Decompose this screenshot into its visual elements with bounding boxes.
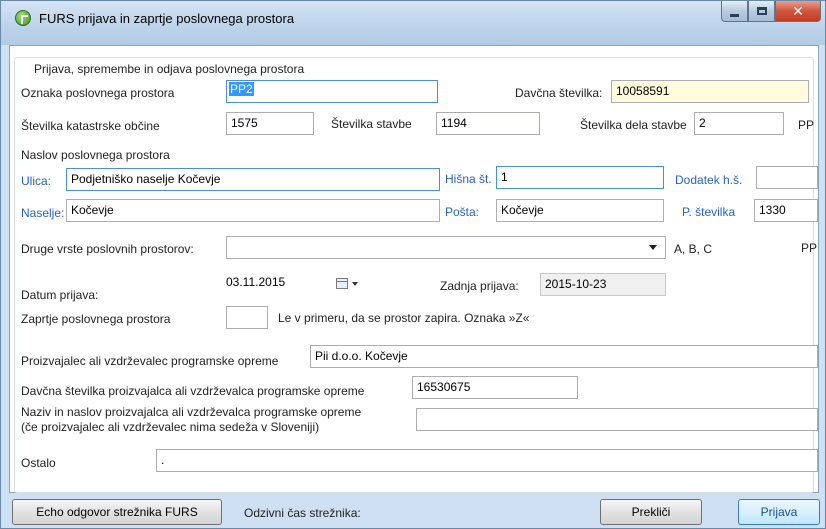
window-title: FURS prijava in zaprtje poslovnega prost… [39, 11, 295, 26]
ostalo-label: Ostalo [21, 456, 56, 470]
oznaka-input[interactable]: PP2 [226, 80, 438, 103]
ulica-input[interactable]: Podjetniško naselje Kočevje [66, 168, 440, 191]
pstevilka-label: P. številka [682, 205, 736, 219]
dropdown-arrow-icon [649, 245, 657, 250]
group-title: Prijava, spremembe in odjava poslovnega … [31, 62, 308, 76]
naziv-label-1: Naziv in naslov proizvajalca ali vzdržev… [21, 405, 362, 419]
bottom-bar: Echo odgovor strežnika FURS Odzivni čas … [1, 495, 825, 528]
pp-label: PP [798, 118, 815, 132]
datum-label: Datum prijava: [21, 288, 99, 302]
davcna-label: Davčna številka: [515, 86, 603, 100]
naselje-label: Naselje: [21, 206, 65, 220]
zadnja-label: Zadnja prijava: [440, 279, 519, 293]
druge-label: Druge vrste poslovnih prostorov: [21, 242, 194, 256]
zadnja-input: 2015-10-23 [540, 273, 666, 296]
abc-label: A, B, C [674, 242, 713, 256]
hisna-label: Hišna št. [445, 172, 492, 186]
davcna-proizv-input[interactable]: 16530675 [412, 376, 578, 399]
odzivni-label: Odzivni čas strežnika: [244, 506, 361, 520]
zaprtje-input[interactable] [226, 306, 268, 329]
naziv-input[interactable] [416, 408, 818, 431]
zaprtje-label: Zaprtje poslovnega prostora [21, 312, 171, 326]
katastrska-input[interactable]: 1575 [226, 112, 314, 135]
davcna-input[interactable]: 10058591 [611, 80, 809, 103]
oznaka-value: PP2 [229, 82, 254, 96]
maximize-icon [756, 7, 767, 15]
druge-combo[interactable] [226, 236, 666, 259]
cancel-button[interactable]: Prekliči [600, 499, 702, 525]
submit-button[interactable]: Prijava [738, 499, 820, 525]
naselje-input[interactable]: Kočevje [66, 199, 440, 222]
dodatek-label: Dodatek h.š. [675, 173, 743, 187]
davcna-proizv-label: Davčna številka proizvajalca ali vzdržev… [21, 384, 365, 398]
pstevilka-input[interactable]: 1330 [754, 199, 818, 222]
proizvajalec-input[interactable]: Pii d.o.o. Kočevje [310, 345, 818, 368]
chevron-down-icon[interactable] [352, 282, 358, 286]
stavba-label: Številka stavbe [331, 117, 412, 131]
naslov-label: Naslov poslovnega prostora [21, 148, 170, 162]
main-window: FURS prijava in zaprtje poslovnega prost… [0, 0, 826, 529]
naziv-label-2: (če proizvajalec ali vzdrževalec nima se… [21, 420, 320, 434]
close-button[interactable]: ✕ [775, 1, 821, 22]
close-icon: ✕ [792, 2, 804, 19]
datum-picker[interactable]: 03.11.2015 [226, 272, 362, 295]
posta-label: Pošta: [445, 205, 480, 219]
app-logo-icon [15, 10, 31, 26]
maximize-button[interactable] [748, 1, 775, 22]
pp2-label: PP [801, 241, 818, 255]
posta-input[interactable]: Kočevje [496, 199, 664, 222]
title-bar: FURS prijava in zaprtje poslovnega prost… [1, 1, 825, 45]
ulica-label: Ulica: [21, 174, 52, 188]
del-stavbe-input[interactable]: 2 [694, 112, 784, 135]
del-stavbe-label: Številka dela stavbe [580, 118, 687, 132]
zaprtje-note: Le v primeru, da se prostor zapira. Ozna… [278, 311, 530, 325]
datum-value: 03.11.2015 [226, 275, 286, 289]
dodatek-input[interactable] [756, 166, 818, 189]
katastrska-label: Številka katastrske občine [21, 119, 160, 133]
echo-button[interactable]: Echo odgovor strežnika FURS [12, 499, 222, 525]
calendar-icon[interactable] [336, 278, 348, 289]
form-panel: Prijava, spremembe in odjava poslovnega … [9, 45, 819, 493]
minimize-icon [730, 13, 739, 17]
ostalo-input[interactable]: . [156, 449, 818, 472]
oznaka-label: Oznaka poslovnega prostora [21, 86, 175, 100]
window-controls: ✕ [721, 1, 821, 23]
proizvajalec-label: Proizvajalec ali vzdrževalec programske … [21, 354, 279, 368]
hisna-input[interactable]: 1 [496, 166, 664, 189]
stavba-input[interactable]: 1194 [436, 112, 540, 135]
minimize-button[interactable] [721, 1, 748, 22]
